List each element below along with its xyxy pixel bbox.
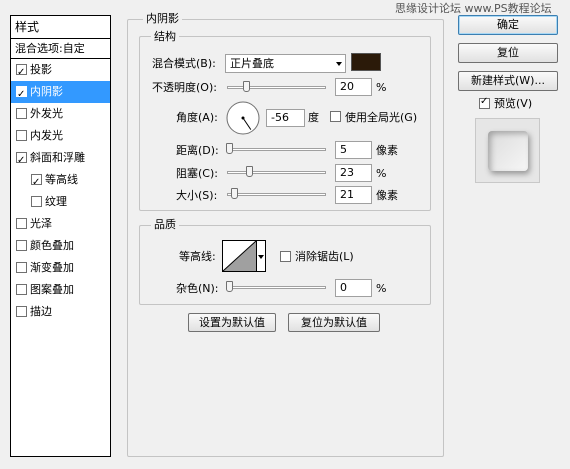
style-item-label: 内阴影 <box>30 85 63 98</box>
size-slider-track[interactable] <box>227 193 326 196</box>
style-item-checkbox[interactable] <box>16 150 27 172</box>
choke-input[interactable]: 23 <box>335 164 372 182</box>
style-item-checkbox[interactable] <box>16 218 27 229</box>
blending-options-item[interactable]: 混合选项:自定 <box>11 39 110 59</box>
chevron-down-icon <box>336 62 342 66</box>
style-item[interactable]: 投影 <box>11 59 110 84</box>
angle-dial[interactable] <box>225 100 261 136</box>
angle-unit: 度 <box>308 111 319 124</box>
opacity-input[interactable]: 20 <box>335 78 372 96</box>
contour-dropdown-button[interactable] <box>257 240 266 272</box>
style-item-checkbox[interactable] <box>16 62 27 84</box>
blend-mode-value: 正片叠底 <box>230 57 274 70</box>
style-item[interactable]: 内发光 <box>11 125 110 147</box>
noise-slider-thumb[interactable] <box>226 281 233 292</box>
styles-header[interactable]: 样式 <box>11 16 110 39</box>
style-item[interactable]: 内阴影 <box>11 81 110 106</box>
reset-default-button[interactable]: 复位为默认值 <box>288 313 380 332</box>
opacity-unit: % <box>376 81 387 94</box>
style-preview-thumbnail <box>475 118 540 183</box>
style-item[interactable]: 颜色叠加 <box>11 235 110 257</box>
distance-unit: 像素 <box>376 144 398 157</box>
anti-alias-checkbox[interactable] <box>280 251 291 262</box>
noise-unit: % <box>376 282 387 295</box>
new-style-button[interactable]: 新建样式(W)... <box>458 71 558 91</box>
size-unit: 像素 <box>376 189 398 202</box>
size-label: 大小(S): <box>176 189 218 202</box>
style-item[interactable]: 图案叠加 <box>11 279 110 301</box>
preview-checkbox[interactable] <box>479 96 490 109</box>
global-light-checkbox[interactable] <box>330 111 341 122</box>
style-item[interactable]: 等高线 <box>11 169 110 194</box>
contour-picker[interactable] <box>222 240 266 272</box>
choke-unit: % <box>376 167 387 180</box>
style-item-label: 渐变叠加 <box>30 261 74 274</box>
distance-input[interactable]: 5 <box>335 141 372 159</box>
style-item-checkbox[interactable] <box>31 196 42 207</box>
style-item-checkbox[interactable] <box>16 262 27 273</box>
style-item[interactable]: 光泽 <box>11 213 110 235</box>
style-item-label: 外发光 <box>30 107 63 120</box>
styles-list: 样式 混合选项:自定 投影内阴影外发光内发光斜面和浮雕等高线纹理光泽颜色叠加渐变… <box>10 15 111 457</box>
choke-slider-thumb[interactable] <box>246 166 254 177</box>
style-item-checkbox[interactable] <box>16 284 27 295</box>
distance-slider-thumb[interactable] <box>226 143 233 154</box>
style-item-checkbox[interactable] <box>16 108 27 119</box>
choke-label: 阻塞(C): <box>176 167 218 180</box>
style-item[interactable]: 描边 <box>11 301 110 323</box>
angle-input[interactable]: -56 <box>266 109 305 127</box>
inner-shadow-title: 内阴影 <box>143 12 182 25</box>
angle-label: 角度(A): <box>176 111 218 124</box>
style-item-checkbox[interactable] <box>31 172 42 194</box>
opacity-slider-thumb[interactable] <box>243 81 251 92</box>
style-item-checkbox[interactable] <box>16 84 27 106</box>
style-items: 投影内阴影外发光内发光斜面和浮雕等高线纹理光泽颜色叠加渐变叠加图案叠加描边 <box>11 59 110 323</box>
choke-slider-track[interactable] <box>227 171 326 174</box>
shadow-color-swatch[interactable] <box>351 53 381 71</box>
style-item-label: 描边 <box>30 305 52 318</box>
style-item-label: 光泽 <box>30 217 52 230</box>
distance-slider-track[interactable] <box>227 148 326 151</box>
quality-title: 品质 <box>151 218 179 231</box>
reset-button[interactable]: 复位 <box>458 43 558 63</box>
style-item-checkbox[interactable] <box>16 130 27 141</box>
style-item[interactable]: 渐变叠加 <box>11 257 110 279</box>
set-default-button[interactable]: 设置为默认值 <box>188 313 276 332</box>
anti-alias-label[interactable]: 消除锯齿(L) <box>295 250 354 264</box>
preview-swatch <box>488 131 528 171</box>
style-item-label: 图案叠加 <box>30 283 74 296</box>
style-item-label: 等高线 <box>45 173 78 186</box>
style-item-label: 纹理 <box>45 195 67 208</box>
style-item[interactable]: 纹理 <box>11 191 110 213</box>
contour-label: 等高线: <box>179 250 216 263</box>
structure-title: 结构 <box>151 30 179 43</box>
style-item-label: 斜面和浮雕 <box>30 151 85 164</box>
noise-label: 杂色(N): <box>176 282 219 295</box>
contour-preview-icon <box>222 240 257 272</box>
style-item-checkbox[interactable] <box>16 306 27 317</box>
blend-mode-label: 混合模式(B): <box>152 57 216 70</box>
noise-input[interactable]: 0 <box>335 279 372 297</box>
opacity-label: 不透明度(O): <box>152 81 217 94</box>
chevron-down-icon <box>258 255 264 259</box>
blend-mode-dropdown[interactable]: 正片叠底 <box>225 54 346 73</box>
watermark: 思缘设计论坛 www.PS教程论坛 <box>395 2 552 15</box>
noise-slider-track[interactable] <box>227 286 326 289</box>
distance-label: 距离(D): <box>176 144 219 157</box>
style-item[interactable]: 外发光 <box>11 103 110 125</box>
ok-button[interactable]: 确定 <box>458 15 558 35</box>
size-input[interactable]: 21 <box>335 186 372 204</box>
style-item-label: 颜色叠加 <box>30 239 74 252</box>
style-item-checkbox[interactable] <box>16 240 27 251</box>
style-item-label: 内发光 <box>30 129 63 142</box>
size-slider-thumb[interactable] <box>231 188 239 199</box>
style-item-label: 投影 <box>30 63 52 76</box>
opacity-slider-track[interactable] <box>227 86 326 89</box>
style-item[interactable]: 斜面和浮雕 <box>11 147 110 172</box>
global-light-label[interactable]: 使用全局光(G) <box>345 111 417 125</box>
preview-label[interactable]: 预览(V) <box>494 97 532 111</box>
